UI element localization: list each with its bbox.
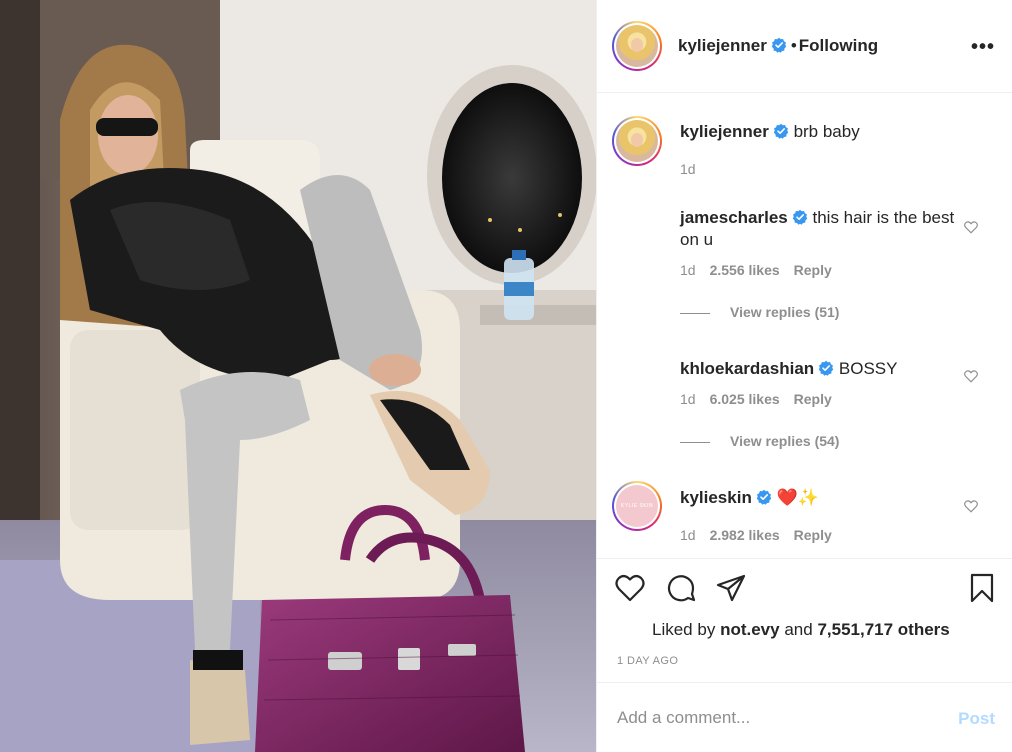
reply-button[interactable]: Reply [794,527,832,543]
comment-text: BOSSY [838,359,898,378]
commenter-avatar[interactable] [612,481,662,531]
view-replies-button[interactable]: View replies (54) [680,433,839,449]
liked-by-prefix: Liked by [652,620,716,639]
comment-text: ❤️✨ [776,488,819,507]
caption-text: brb baby [793,122,860,141]
view-replies-label: View replies (54) [730,433,840,449]
comment-time: 1d [680,391,696,407]
post-side-panel: kyliejenner • Following ••• kyliejenner br… [596,0,1012,752]
add-comment-bar: Post [597,683,1012,752]
commenter-avatar[interactable] [617,209,657,249]
share-send-icon[interactable] [716,573,746,603]
author-username[interactable]: kyliejenner [678,36,767,55]
verified-badge-icon [792,209,807,225]
comments-list[interactable]: kyliejenner brb baby 1d jamescharles thi… [597,93,1012,558]
comment-username[interactable]: khloekardashian [680,359,814,378]
separator-dot: • [790,36,797,55]
liked-by-count[interactable]: 7,551,717 others [817,620,949,639]
liked-by-avatar[interactable] [619,618,643,642]
verified-badge-icon [771,37,787,53]
comment-time: 1d [680,262,696,278]
comment-item: jamescharles this hair is the best on u … [597,205,1012,335]
like-heart-icon[interactable] [615,573,645,603]
comment-likes[interactable]: 2.982 likes [710,527,780,543]
save-bookmark-icon[interactable] [967,573,997,603]
verified-badge-icon [818,360,834,376]
post-comment-button[interactable]: Post [958,709,995,729]
comment-username[interactable]: jamescharles [680,208,788,227]
comment-likes[interactable]: 6.025 likes [710,391,780,407]
verified-badge-icon [756,489,772,505]
comment-text-line: jamescharles this hair is the best on u [680,207,965,251]
more-options-icon[interactable]: ••• [971,36,995,59]
replies-dash [680,441,710,443]
liked-by-user[interactable]: not.evy [720,620,780,639]
liked-by-line: Liked by not.evy and 7,551,717 others [652,620,950,640]
caption-username[interactable]: kyliejenner [680,122,769,141]
verified-badge-icon [773,123,789,139]
caption-time: 1d [680,161,696,177]
view-replies-button[interactable]: View replies (51) [680,304,839,320]
comment-time: 1d [680,527,696,543]
comment-text-line: khloekardashian BOSSY [680,358,965,380]
comment-like-heart-icon[interactable] [964,221,978,234]
replies-dash [680,312,710,314]
following-button[interactable]: Following [799,36,878,55]
post-photo[interactable] [0,0,596,752]
commenter-avatar[interactable] [617,357,657,397]
post-header: kyliejenner • Following ••• [597,0,1012,93]
comment-like-heart-icon[interactable] [964,500,978,513]
comment-meta: 1d 6.025 likes Reply [680,391,832,407]
comment-input[interactable] [617,703,937,733]
comment-item: khloekardashian BOSSY 1d 6.025 likes Reply… [597,357,1012,487]
post-actions: Liked by not.evy and 7,551,717 others 1 … [597,558,1012,683]
reply-button[interactable]: Reply [794,262,832,278]
post-timestamp[interactable]: 1 DAY AGO [617,655,678,667]
comment-like-heart-icon[interactable] [964,370,978,383]
photo-scene [0,0,596,752]
caption-entry: kyliejenner brb baby 1d [597,93,1012,188]
comment-bubble-icon[interactable] [666,573,696,603]
author-avatar[interactable] [612,21,662,71]
caption-avatar[interactable] [612,116,662,166]
reply-button[interactable]: Reply [794,391,832,407]
caption-text-line: kyliejenner brb baby [680,121,965,143]
comment-meta: 1d 2.556 likes Reply [680,262,832,278]
comment-username[interactable]: kylieskin [680,488,752,507]
comment-text-line: kylieskin ❤️✨ [680,487,965,509]
liked-by-joiner: and [784,620,813,639]
comment-likes[interactable]: 2.556 likes [710,262,780,278]
author-line: kyliejenner • Following [678,36,878,56]
comment-meta: 1d 2.982 likes Reply [680,527,832,543]
view-replies-label: View replies (51) [730,304,840,320]
comment-item: kylieskin ❤️✨ 1d 2.982 likes Reply [597,481,1012,558]
